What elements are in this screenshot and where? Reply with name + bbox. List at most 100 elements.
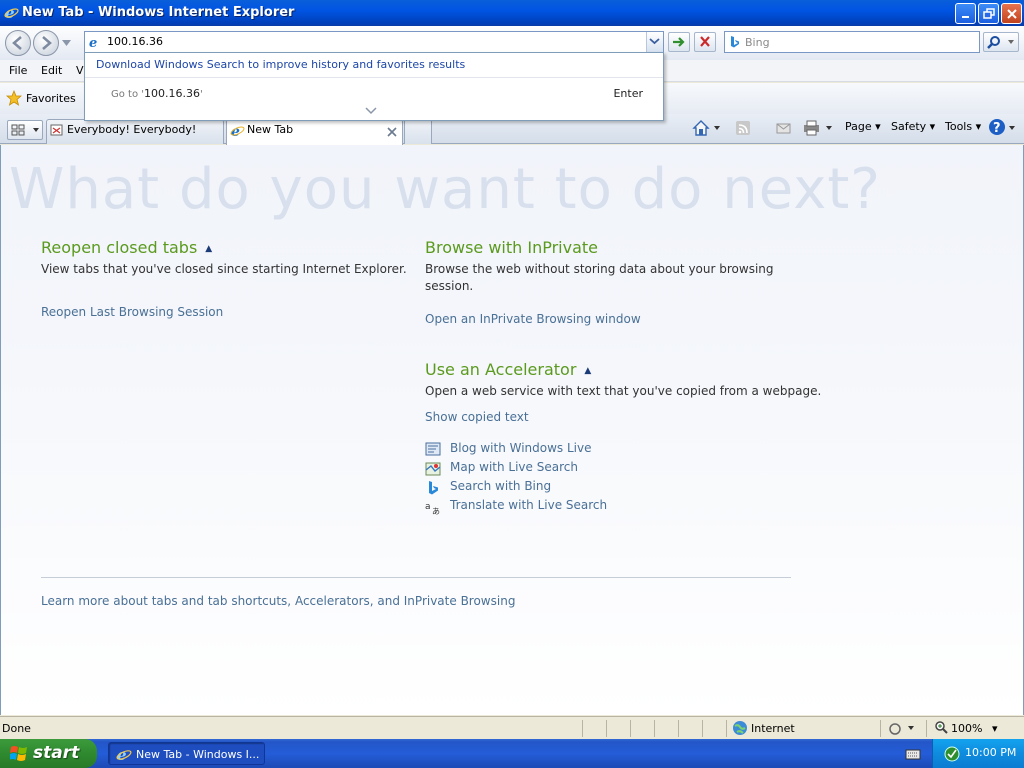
help-icon[interactable]: ? — [988, 118, 1018, 141]
svg-text:a: a — [425, 502, 431, 512]
divider — [41, 577, 791, 578]
address-dropdown-button[interactable] — [646, 32, 663, 52]
accelerator-item-label: Translate with Live Search — [450, 498, 608, 512]
back-arrow-icon — [12, 36, 22, 50]
reopen-closed-tabs-title[interactable]: Reopen closed tabs ▲ — [41, 238, 212, 257]
accelerator-description: Open a web service with text that you've… — [425, 384, 822, 398]
collapse-caret-icon[interactable]: ▲ — [205, 244, 212, 254]
restore-button[interactable] — [978, 3, 999, 24]
feeds-icon[interactable] — [735, 119, 753, 140]
search-placeholder: Bing — [745, 36, 770, 49]
search-icon — [987, 36, 1014, 49]
divider — [726, 720, 727, 737]
divider — [880, 720, 881, 737]
svg-text:e: e — [89, 36, 97, 49]
new-tab-page: What do you want to do next? Reopen clos… — [0, 145, 1024, 715]
print-icon[interactable] — [802, 119, 834, 140]
collapse-caret-icon[interactable]: ▲ — [584, 366, 591, 376]
status-text: Done — [2, 722, 31, 735]
reopen-last-session-link[interactable]: Reopen Last Browsing Session — [41, 305, 223, 319]
address-bar[interactable]: e 100.16.36 — [84, 31, 664, 53]
safety-menu-button[interactable]: Safety ▾ — [891, 120, 935, 133]
stop-button[interactable] — [694, 32, 716, 52]
forward-button[interactable] — [33, 30, 59, 56]
reopen-title-text: Reopen closed tabs — [41, 238, 198, 257]
expand-suggestions-icon[interactable] — [365, 107, 377, 115]
tools-menu-label: Tools — [945, 120, 973, 133]
forward-arrow-icon — [42, 36, 52, 50]
inprivate-description: Browse the web without storing data abou… — [425, 262, 774, 293]
tab-everybody[interactable]: Everybody! Everybody! — [46, 119, 224, 144]
protected-mode-icon[interactable] — [888, 720, 918, 739]
restore-icon — [983, 8, 995, 19]
zoom-level[interactable]: 100% — [951, 722, 982, 735]
stop-icon — [700, 36, 710, 47]
title-bar[interactable]: e New Tab - Windows Internet Explorer — [0, 0, 1024, 26]
translate-icon: aあ — [425, 499, 441, 518]
chevron-down-icon — [649, 38, 660, 45]
map-icon — [425, 461, 441, 480]
windows-logo-icon — [9, 745, 28, 765]
page-menu-button[interactable]: Page ▾ — [845, 120, 881, 133]
inprivate-title: Browse with InPrivate — [425, 238, 599, 257]
internet-zone-icon — [732, 720, 748, 739]
start-button[interactable]: start — [0, 739, 97, 768]
accelerator-title[interactable]: Use an Accelerator ▲ — [425, 360, 591, 379]
show-copied-text-link[interactable]: Show copied text — [425, 410, 529, 424]
divider — [85, 77, 663, 78]
close-window-button[interactable] — [1001, 3, 1022, 24]
zoom-dropdown-icon[interactable]: ▾ — [992, 722, 998, 735]
zoom-icon — [934, 720, 948, 739]
menu-edit[interactable]: Edit — [41, 64, 62, 77]
reopen-description: View tabs that you've closed since start… — [41, 262, 407, 276]
new-tab-button[interactable] — [404, 119, 432, 144]
divider — [630, 720, 631, 737]
network-icon[interactable] — [943, 745, 961, 765]
recent-pages-dropdown-icon[interactable] — [62, 40, 71, 46]
close-icon — [1007, 9, 1017, 19]
start-label: start — [33, 743, 80, 763]
system-tray: 10:00 PM — [932, 739, 1024, 768]
search-button[interactable] — [983, 32, 1019, 52]
accelerator-item-label: Blog with Windows Live — [450, 441, 592, 455]
keyboard-icon[interactable] — [905, 747, 921, 764]
goto-value: 100.16.36 — [144, 87, 200, 100]
bing-icon — [729, 35, 741, 52]
minimize-button[interactable] — [955, 3, 976, 24]
go-button[interactable] — [668, 32, 690, 52]
home-icon[interactable] — [692, 119, 720, 140]
security-zone-label[interactable]: Internet — [751, 722, 795, 735]
divider — [582, 720, 583, 737]
download-windows-search-link[interactable]: Download Windows Search to improve histo… — [96, 58, 465, 71]
tools-menu-button[interactable]: Tools ▾ — [945, 120, 981, 133]
divider — [702, 720, 703, 737]
accelerator-item-label: Map with Live Search — [450, 460, 578, 474]
menu-file[interactable]: File — [9, 64, 27, 77]
learn-more-link[interactable]: Learn more about tabs and tab shortcuts,… — [41, 594, 515, 608]
window-title: New Tab - Windows Internet Explorer — [22, 5, 295, 20]
svg-text:?: ? — [993, 121, 1001, 136]
clock[interactable]: 10:00 PM — [965, 746, 1016, 759]
taskbar-item-ie[interactable]: e New Tab - Windows I... — [108, 742, 265, 765]
page-heading: What do you want to do next? — [9, 157, 882, 222]
close-tab-icon[interactable] — [387, 127, 397, 137]
favorites-star-icon — [5, 89, 23, 109]
address-suggestion-dropdown: Download Windows Search to improve histo… — [84, 52, 664, 121]
go-arrow-icon — [673, 37, 685, 47]
address-input[interactable]: 100.16.36 — [107, 35, 163, 48]
search-box[interactable]: Bing — [724, 31, 980, 53]
back-button[interactable] — [5, 30, 31, 56]
tab-label: Everybody! Everybody! — [67, 123, 197, 136]
bing-icon — [425, 480, 441, 499]
favorites-button[interactable]: Favorites — [26, 92, 76, 105]
goto-suggestion[interactable]: Go to '100.16.36' — [111, 87, 203, 100]
divider — [606, 720, 607, 737]
goto-suffix: ' — [200, 89, 203, 100]
quick-tabs-button[interactable] — [7, 120, 43, 140]
read-mail-icon[interactable] — [775, 119, 793, 140]
tab-new-tab[interactable]: e New Tab — [226, 119, 403, 145]
quick-tabs-icon — [11, 124, 39, 136]
ie-logo-icon: e — [4, 4, 19, 23]
open-inprivate-link[interactable]: Open an InPrivate Browsing window — [425, 312, 641, 326]
accelerator-title-text: Use an Accelerator — [425, 360, 577, 379]
